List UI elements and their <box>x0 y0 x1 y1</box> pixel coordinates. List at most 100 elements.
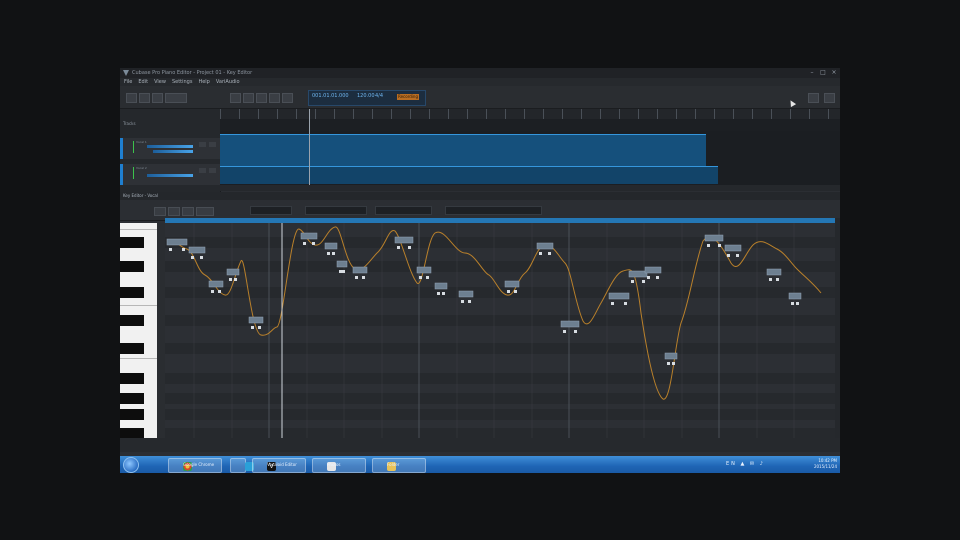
note-handle[interactable] <box>672 362 675 365</box>
length-field[interactable] <box>305 206 367 215</box>
solo-button[interactable] <box>209 142 216 147</box>
note-handle[interactable] <box>397 246 400 249</box>
note-handle[interactable] <box>647 276 650 279</box>
note[interactable] <box>608 292 630 300</box>
menu-view[interactable]: View <box>154 79 166 85</box>
note[interactable] <box>352 266 368 274</box>
note[interactable] <box>628 270 648 278</box>
snap-button[interactable] <box>196 207 214 216</box>
note-handle[interactable] <box>514 290 517 293</box>
track-vocal-1[interactable]: Vocal 1 <box>120 138 223 159</box>
white-key[interactable] <box>120 358 157 359</box>
note-handle[interactable] <box>611 302 614 305</box>
note[interactable] <box>664 352 678 360</box>
clock[interactable]: 10:42 PM 2015/11/24 <box>814 458 837 470</box>
taskbar-item-photos[interactable]: Photos <box>312 458 366 473</box>
timeline-ruler[interactable] <box>220 109 840 119</box>
black-key[interactable] <box>120 373 144 384</box>
mute-button[interactable] <box>199 142 206 147</box>
note[interactable] <box>226 268 240 276</box>
note[interactable] <box>166 238 188 246</box>
layout-button[interactable] <box>824 93 835 103</box>
taskbar-item-media[interactable] <box>230 458 254 473</box>
note[interactable] <box>336 260 348 268</box>
note-handle[interactable] <box>339 270 342 273</box>
note-handle[interactable] <box>539 252 542 255</box>
note[interactable] <box>458 290 474 298</box>
note[interactable] <box>644 266 662 274</box>
note-handle[interactable] <box>548 252 551 255</box>
solo-button[interactable] <box>209 168 216 173</box>
note-handle[interactable] <box>437 292 440 295</box>
note-handle[interactable] <box>656 276 659 279</box>
note-handle[interactable] <box>191 256 194 259</box>
pitch-field[interactable] <box>375 206 432 215</box>
note-handle[interactable] <box>327 252 330 255</box>
tempo-display[interactable]: 120.00 <box>357 93 375 99</box>
split-tool-button[interactable] <box>182 207 194 216</box>
select-tool-button[interactable] <box>154 207 166 216</box>
system-tray-icons[interactable]: EN ▲ ✉ ♪ <box>726 461 765 467</box>
zoom-field[interactable] <box>165 93 187 103</box>
note[interactable] <box>560 320 580 328</box>
note-handle[interactable] <box>727 254 730 257</box>
pencil-tool-button[interactable] <box>168 207 180 216</box>
note-handle[interactable] <box>791 302 794 305</box>
note-handle[interactable] <box>258 326 261 329</box>
taskbar-item-vocaloid[interactable]: V Vocaloid Editor <box>252 458 306 473</box>
note-handle[interactable] <box>769 278 772 281</box>
note[interactable] <box>208 280 224 288</box>
note-handle[interactable] <box>200 256 203 259</box>
note-handle[interactable] <box>574 330 577 333</box>
play-button[interactable] <box>230 93 241 103</box>
metronome-button[interactable] <box>282 93 293 103</box>
maximize-icon[interactable]: □ <box>819 69 827 76</box>
loop-button[interactable] <box>269 93 280 103</box>
menu-edit[interactable]: Edit <box>138 79 148 85</box>
note-handle[interactable] <box>182 248 185 251</box>
note-handle[interactable] <box>408 246 411 249</box>
taskbar-item-folder[interactable]: Folder <box>372 458 426 473</box>
playhead[interactable] <box>309 109 310 189</box>
note-handle[interactable] <box>667 362 670 365</box>
note-handle[interactable] <box>342 270 345 273</box>
black-key[interactable] <box>120 287 144 298</box>
close-icon[interactable]: × <box>830 69 838 76</box>
minimize-icon[interactable]: – <box>808 69 816 76</box>
note-handle[interactable] <box>419 276 422 279</box>
white-key[interactable] <box>120 305 157 306</box>
record-button[interactable] <box>256 93 267 103</box>
note-handle[interactable] <box>355 276 358 279</box>
velocity-field[interactable] <box>445 206 542 215</box>
note-handle[interactable] <box>169 248 172 251</box>
note-handle[interactable] <box>624 302 627 305</box>
note[interactable] <box>766 268 782 276</box>
taskbar-item-chrome[interactable]: Google Chrome <box>168 458 222 473</box>
menu-file[interactable]: File <box>124 79 132 85</box>
note[interactable] <box>394 236 414 244</box>
black-key[interactable] <box>120 393 144 404</box>
note-handle[interactable] <box>631 280 634 283</box>
black-key[interactable] <box>120 428 144 438</box>
vertical-scrollbar[interactable] <box>835 218 840 438</box>
note-handle[interactable] <box>229 278 232 281</box>
erase-tool-button[interactable] <box>152 93 163 103</box>
note-handle[interactable] <box>303 242 306 245</box>
note-handle[interactable] <box>211 290 214 293</box>
note[interactable] <box>434 282 448 290</box>
start-button-icon[interactable] <box>123 457 139 473</box>
black-key[interactable] <box>120 343 144 354</box>
volume-slider[interactable] <box>147 145 193 148</box>
note-handle[interactable] <box>776 278 779 281</box>
note-handle[interactable] <box>442 292 445 295</box>
note-handle[interactable] <box>718 244 721 247</box>
settings-button[interactable] <box>808 93 819 103</box>
note[interactable] <box>724 244 742 252</box>
volume-slider[interactable] <box>147 174 193 177</box>
note[interactable] <box>504 280 520 288</box>
black-key[interactable] <box>120 237 144 248</box>
stop-button[interactable] <box>243 93 254 103</box>
note[interactable] <box>324 242 338 250</box>
note[interactable] <box>188 246 206 254</box>
arrangement-scrollbar[interactable] <box>220 185 840 191</box>
